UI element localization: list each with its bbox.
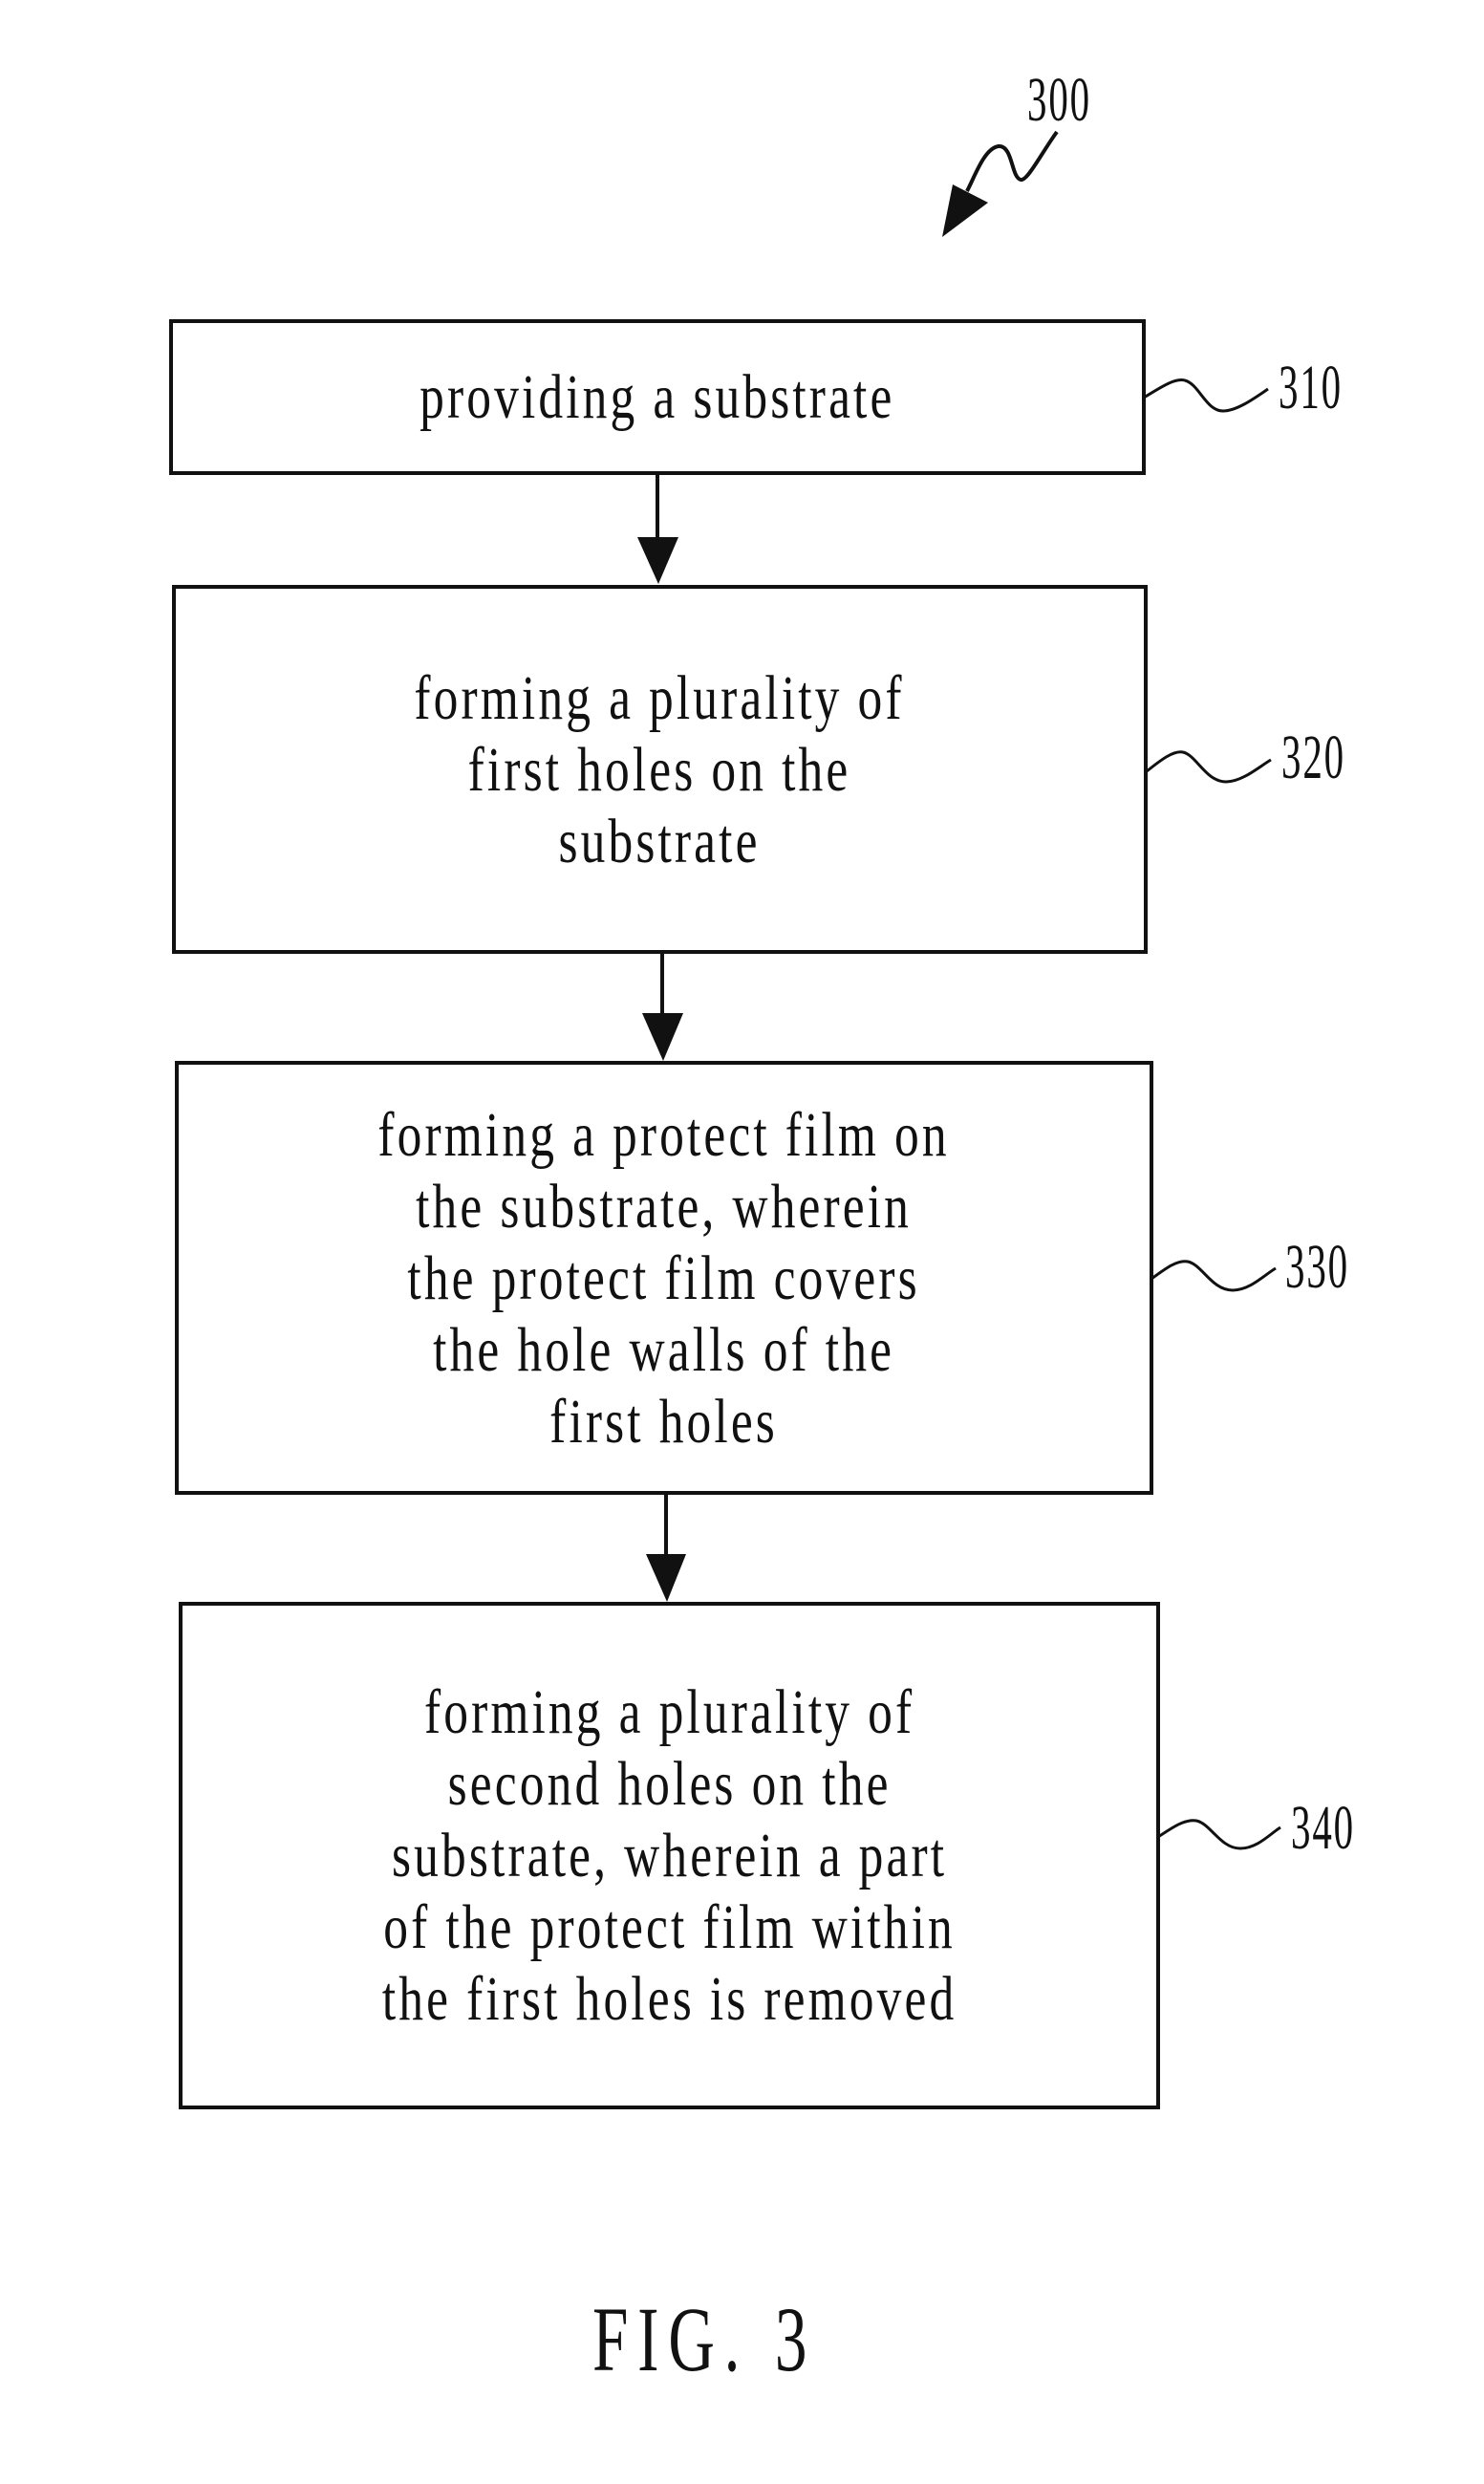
step-text-line: the protect film covers [407,1242,921,1313]
step-text-line: forming a plurality of [414,662,906,733]
step-text-340: forming a plurality of second holes on t… [382,1676,957,2035]
step-text-line: substrate, wherein a part [391,1821,948,1890]
figure-pointer-arrow-icon [942,130,1059,237]
leader-squiggle-330 [1151,1260,1277,1292]
step-ref-310: 310 [1279,353,1343,422]
step-text-line: the first holes is removed [381,1964,957,2034]
flow-arrow-310-320 [637,475,678,584]
flow-arrow-320-330 [642,953,683,1061]
step-box-310: providing a substrate [169,319,1146,475]
step-ref-340: 340 [1291,1793,1355,1863]
step-text-line: second holes on the [447,1749,892,1819]
step-text-line: first holes [549,1386,779,1457]
step-text-310: providing a substrate [419,361,894,433]
step-text-line: forming a protect film on [377,1099,951,1170]
leader-squiggle-320 [1146,750,1272,784]
flow-arrow-330-340 [646,1494,686,1602]
step-box-340: forming a plurality of second holes on t… [179,1602,1160,2109]
step-text-line: the hole walls of the [433,1314,895,1385]
step-ref-330: 330 [1285,1232,1349,1302]
step-ref-320: 320 [1281,723,1345,792]
figure-caption: FIG. 3 [592,2288,817,2390]
leader-squiggle-310 [1143,378,1269,413]
step-text-330: forming a protect film on the substrate,… [378,1099,950,1458]
step-box-330: forming a protect film on the substrate,… [175,1061,1153,1495]
step-text-320: forming a plurality of first holes on th… [415,662,905,877]
step-text-line: forming a plurality of [423,1677,915,1747]
figure-reference-number: 300 [1027,65,1091,135]
step-text-line: of the protect film within [383,1892,956,1962]
step-text-line: substrate [558,806,762,876]
step-text-line: providing a substrate [419,362,895,432]
leader-squiggle-340 [1157,1819,1281,1850]
step-text-line: the substrate, wherein [416,1171,913,1242]
step-box-320: forming a plurality of first holes on th… [172,585,1148,954]
step-text-line: first holes on the [468,734,851,805]
